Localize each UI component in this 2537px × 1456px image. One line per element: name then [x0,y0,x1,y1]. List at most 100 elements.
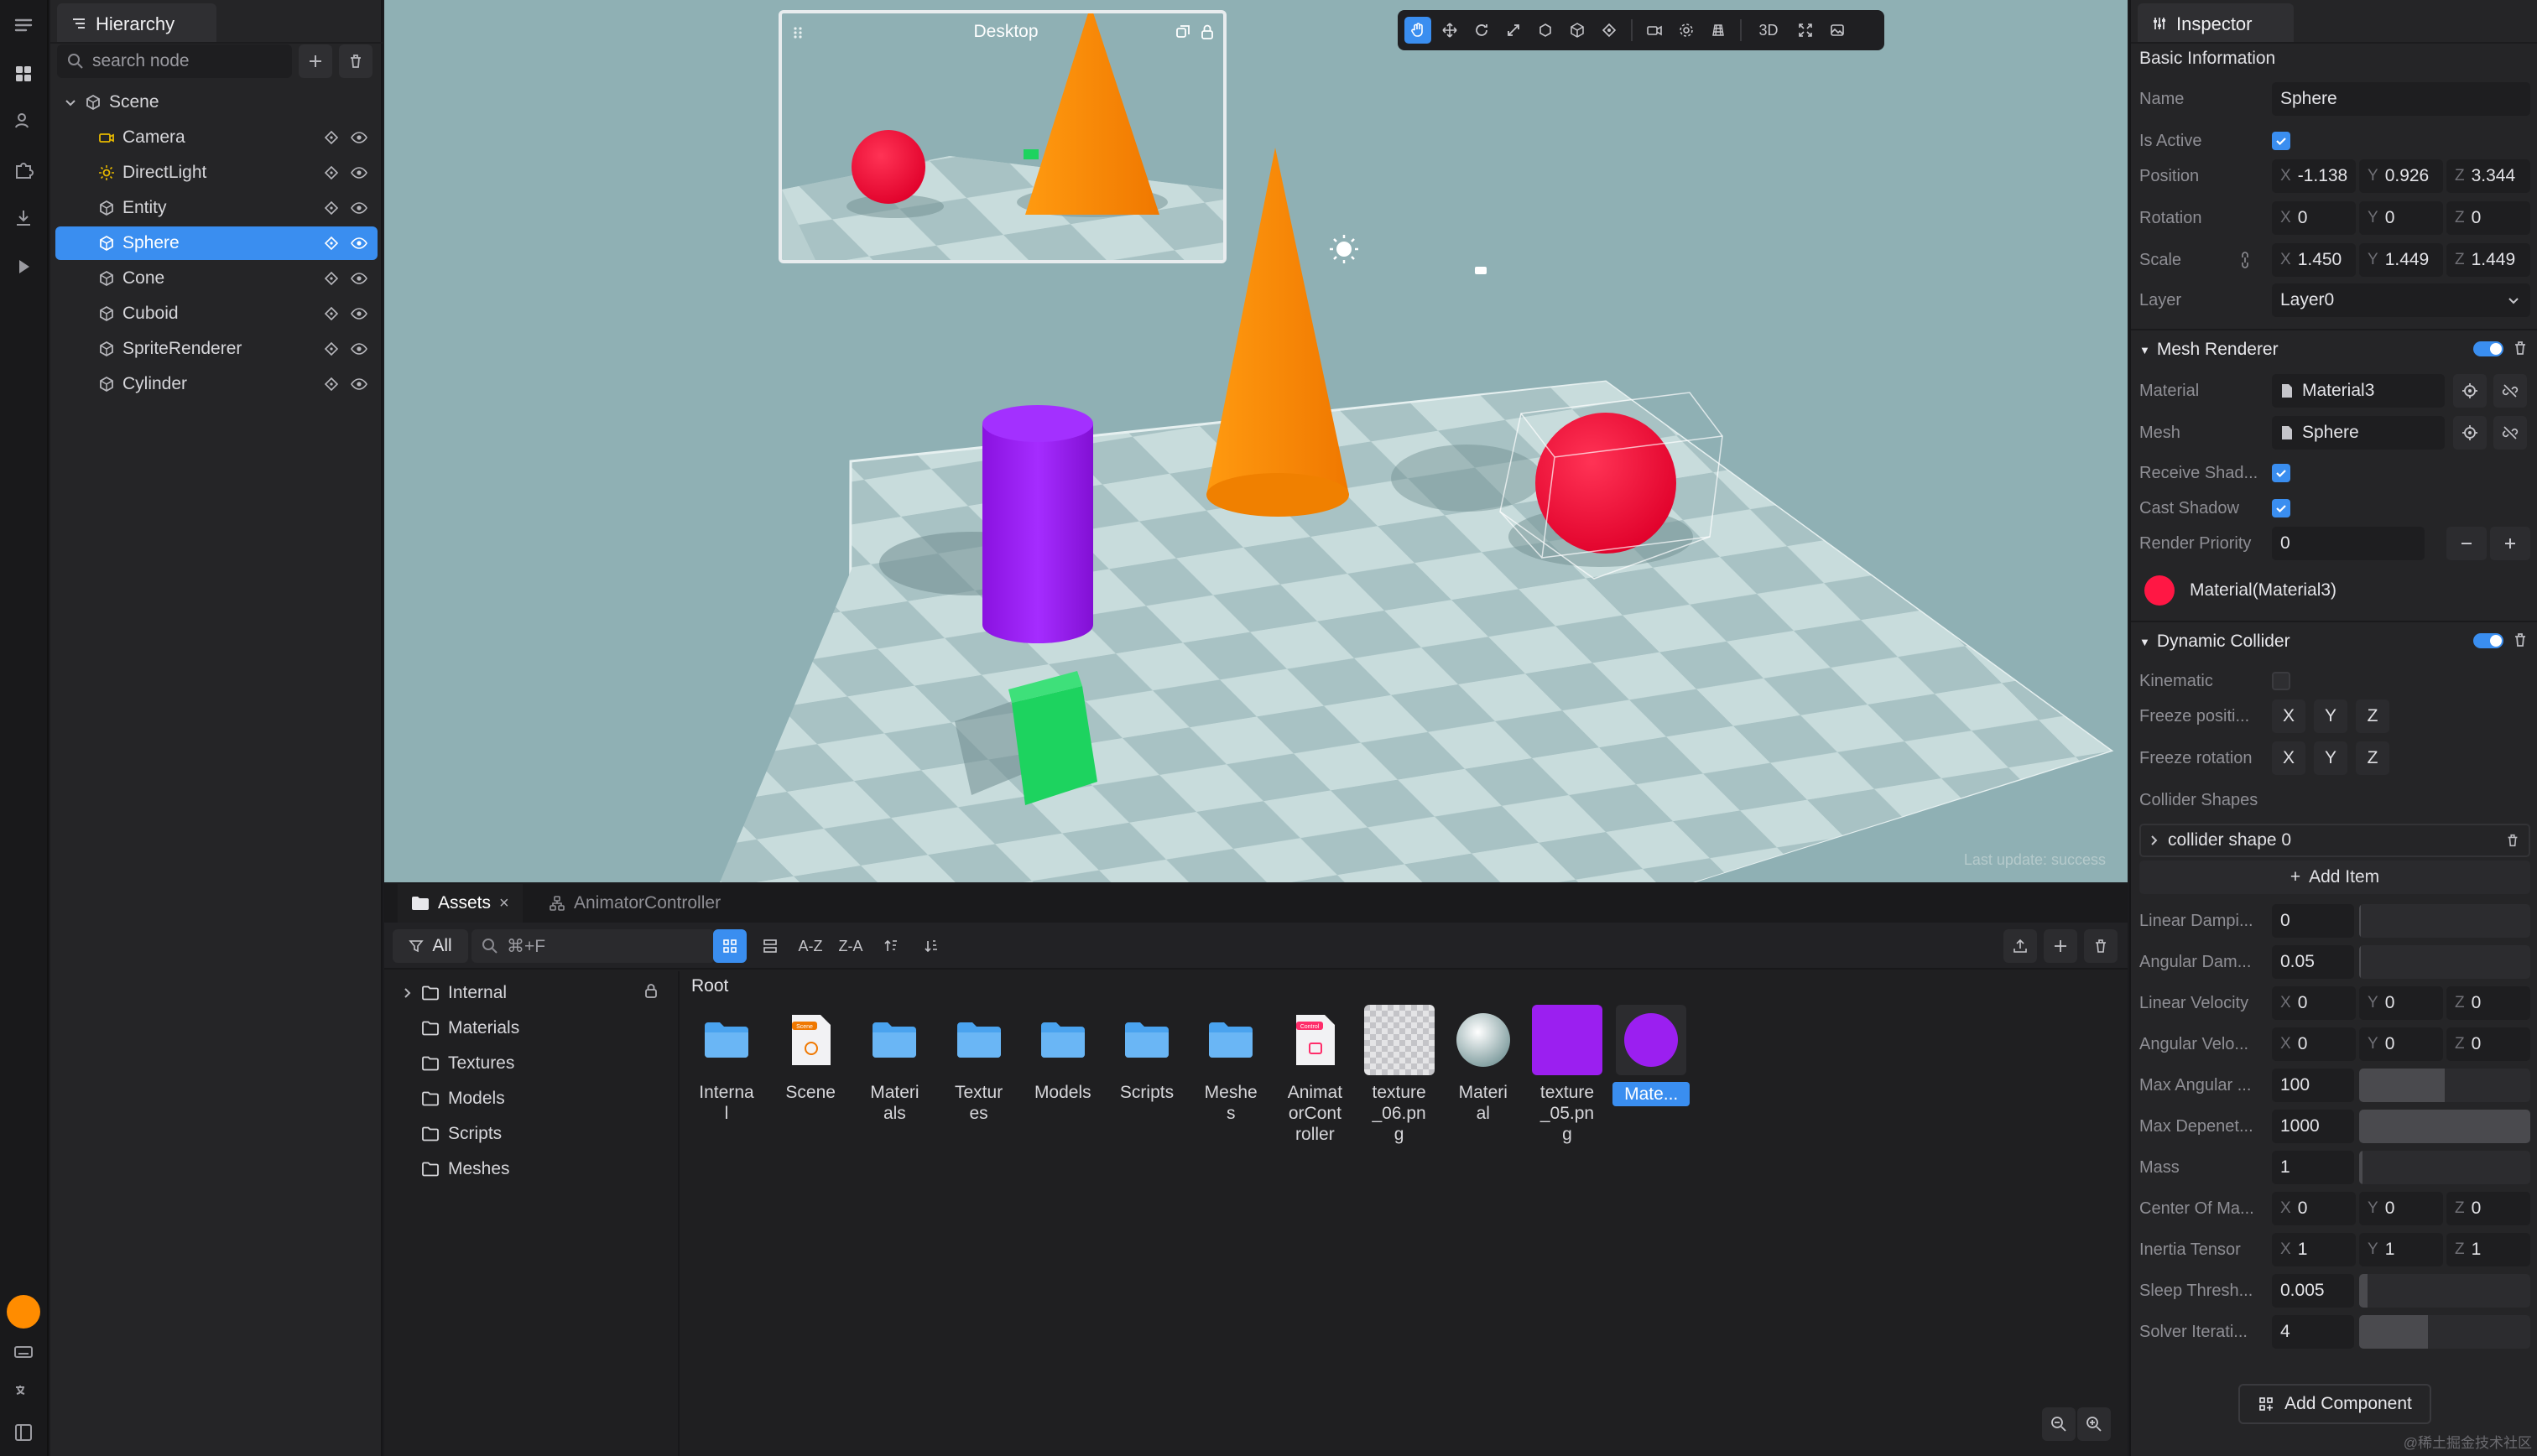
layer-select[interactable]: Layer0 [2272,283,2530,317]
close-icon[interactable]: × [499,894,509,913]
cast-shadow-checkbox[interactable] [2272,499,2290,517]
image-icon[interactable] [1824,17,1851,44]
sleep-threshold-field[interactable]: 0.005 [2272,1274,2354,1308]
target-icon[interactable] [324,130,339,145]
unlink-icon[interactable] [2493,416,2527,450]
grid-icon[interactable] [12,62,35,86]
max-depenetration-field[interactable]: 1000 [2272,1110,2354,1143]
mass-field[interactable]: 1 [2272,1151,2354,1184]
kinematic-checkbox[interactable] [2272,672,2290,690]
tree-row-cone[interactable]: Cone [55,262,378,295]
linear-velocity-x-field[interactable]: X0 [2272,986,2356,1020]
scene-viewport[interactable]: Desktop 3D Last update: success [384,0,2128,882]
freeze-rot-y[interactable]: Y [2314,741,2347,775]
download-icon[interactable] [12,206,35,230]
target-icon[interactable] [324,271,339,286]
solver-iterations-slider[interactable] [2359,1315,2530,1349]
collider-shape-item[interactable]: collider shape 0 [2139,824,2530,857]
target-icon[interactable] [324,377,339,392]
unlink-icon[interactable] [2493,374,2527,408]
pivot-icon[interactable] [1596,17,1623,44]
fullscreen-icon[interactable] [1792,17,1819,44]
center-of-mass-y-field[interactable]: Y0 [2359,1192,2443,1225]
angular-velocity-y-field[interactable]: Y0 [2359,1027,2443,1061]
decrement-button[interactable] [2446,527,2487,560]
zoom-out-icon[interactable] [2042,1407,2076,1441]
add-item-button[interactable]: + Add Item [2139,861,2530,894]
freeze-pos-y[interactable]: Y [2314,699,2347,733]
tab-inspector[interactable]: Inspector [2138,3,2294,42]
angular-velocity-x-field[interactable]: X0 [2272,1027,2356,1061]
target-icon[interactable] [324,306,339,321]
hand-tool-icon[interactable] [1404,17,1431,44]
locate-icon[interactable] [2453,416,2487,450]
asset-item[interactable]: Interna l [688,1005,765,1124]
asset-item[interactable]: Scene Scene [772,1005,849,1103]
sort-down-icon[interactable] [914,929,948,963]
collider-toggle[interactable] [2473,633,2503,648]
asset-item[interactable]: Models [1024,1005,1102,1103]
asset-item[interactable]: Meshe s [1192,1005,1269,1124]
link-scale-icon[interactable] [2238,250,2252,270]
solver-iterations-field[interactable]: 4 [2272,1315,2354,1349]
grid-toggle-icon[interactable] [1705,17,1732,44]
move-tool-icon[interactable] [1436,17,1463,44]
material-field[interactable]: Material3 [2272,374,2445,408]
asset-item[interactable]: Scripts [1108,1005,1185,1103]
asset-folder-scripts[interactable]: Scripts [403,1117,502,1151]
target-icon[interactable] [324,200,339,216]
upload-icon[interactable] [2003,929,2037,963]
angular-velocity-z-field[interactable]: Z0 [2446,1027,2530,1061]
target-icon[interactable] [324,236,339,251]
rotate-tool-icon[interactable] [1468,17,1495,44]
user-avatar[interactable] [7,1295,40,1329]
sort-za-button[interactable]: Z-A [834,929,867,963]
angular-damping-field[interactable]: 0.05 [2272,945,2354,979]
eye-icon[interactable] [351,377,367,392]
receive-shadow-checkbox[interactable] [2272,464,2290,482]
list-view-icon[interactable] [753,929,787,963]
inertia-tensor-x-field[interactable]: X1 [2272,1233,2356,1266]
rotation-y-field[interactable]: Y0 [2359,201,2443,235]
asset-item[interactable]: texture _05.pn g [1529,1005,1606,1145]
zoom-in-icon[interactable] [2077,1407,2111,1441]
menu-icon[interactable] [12,13,35,37]
assets-search[interactable]: ⌘+F [471,929,715,963]
eye-icon[interactable] [351,130,367,145]
translate-icon[interactable] [12,1381,35,1404]
copy-icon[interactable] [1175,23,1191,40]
freeze-pos-z[interactable]: Z [2356,699,2389,733]
tab-hierarchy[interactable]: Hierarchy [57,3,216,42]
inertia-tensor-z-field[interactable]: Z1 [2446,1233,2530,1266]
asset-item[interactable]: Materi als [856,1005,933,1124]
delete-asset-icon[interactable] [2084,929,2118,963]
sort-up-icon[interactable] [874,929,908,963]
render-priority-field[interactable]: 0 [2272,527,2425,560]
tree-row-spriterenderer[interactable]: SpriteRenderer [55,332,378,366]
asset-item[interactable]: Control Animat orCont roller [1276,1005,1353,1145]
center-of-mass-z-field[interactable]: Z0 [2446,1192,2530,1225]
grid-view-icon[interactable] [713,929,747,963]
locate-icon[interactable] [2453,374,2487,408]
tree-row-directlight[interactable]: DirectLight [55,156,378,190]
freeze-rot-z[interactable]: Z [2356,741,2389,775]
target-icon[interactable] [324,341,339,356]
scale-y-field[interactable]: Y 1.449 [2359,243,2443,277]
position-x-field[interactable]: X -1.138 [2272,159,2356,193]
max-angular-velocity-field[interactable]: 100 [2272,1069,2354,1102]
sort-az-button[interactable]: A-Z [794,929,827,963]
target-icon[interactable] [324,165,339,180]
panel-icon[interactable] [12,1421,35,1444]
tree-row-camera[interactable]: Camera [55,121,378,154]
eye-icon[interactable] [351,306,367,321]
linear-damping-slider[interactable] [2359,904,2530,938]
drag-handle-icon[interactable] [792,25,804,40]
freeze-rot-x[interactable]: X [2272,741,2305,775]
transform-tool-icon[interactable] [1564,17,1591,44]
material-swatch[interactable] [2144,575,2175,606]
tab-assets[interactable]: Assets × [398,884,523,923]
sleep-threshold-slider[interactable] [2359,1274,2530,1308]
settings-icon[interactable] [1673,17,1700,44]
camera-tool-icon[interactable] [1641,17,1668,44]
is-active-checkbox[interactable] [2272,132,2290,150]
